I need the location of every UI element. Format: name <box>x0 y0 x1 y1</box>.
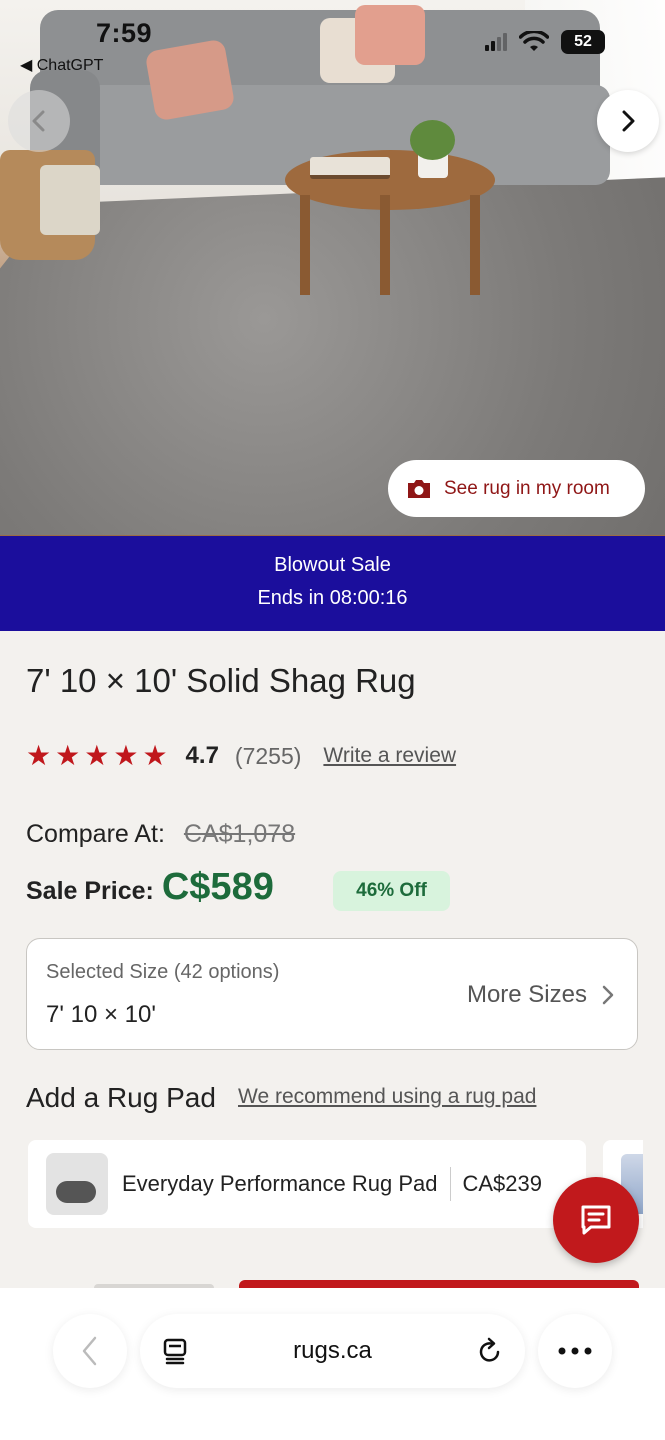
sale-price: C$589 <box>161 866 274 908</box>
rug-pad-thumbnail <box>46 1153 108 1215</box>
image-table-leg <box>470 195 480 295</box>
see-rug-label: See rug in my room <box>444 477 610 499</box>
back-to-app-link[interactable]: ◀ ChatGPT <box>20 55 103 75</box>
address-bar[interactable]: rugs.ca <box>140 1314 525 1388</box>
size-selector-label: Selected Size (42 options) <box>46 961 280 983</box>
sale-price-label: Sale Price: <box>26 877 154 905</box>
image-plant <box>410 120 455 160</box>
image-table-leg <box>380 195 390 295</box>
more-sizes-label: More Sizes <box>466 981 587 1008</box>
see-rug-in-room-button[interactable]: See rug in my room <box>388 460 645 517</box>
browser-toolbar: rugs.ca <box>0 1288 665 1440</box>
sale-countdown: Ends in 08:00:16 <box>257 587 408 609</box>
sale-price-row: Sale Price: C$589 <box>26 866 274 909</box>
compare-price-row: Compare At: CA$1,078 <box>26 820 295 849</box>
selected-size: 7' 10 × 10' <box>46 1001 156 1028</box>
reader-tabs-icon[interactable] <box>162 1337 188 1365</box>
compare-price: CA$1,078 <box>183 820 296 848</box>
status-icons: 52 <box>485 30 605 54</box>
url-text: rugs.ca <box>293 1337 372 1364</box>
rating-row: ★ ★ ★ ★ ★ 4.7 (7255) Write a review <box>26 742 456 770</box>
star-icon: ★ <box>142 740 168 771</box>
more-sizes-button[interactable]: More Sizes <box>467 981 615 1009</box>
more-options-icon <box>558 1347 592 1355</box>
divider <box>449 1167 451 1201</box>
image-throw <box>40 165 100 235</box>
next-image-button[interactable] <box>597 90 659 152</box>
wifi-icon <box>519 31 549 51</box>
rug-pad-heading: Add a Rug Pad <box>26 1082 216 1113</box>
product-title: 7' 10 × 10' Solid Shag Rug <box>26 662 416 699</box>
write-review-link[interactable]: Write a review <box>323 744 456 768</box>
image-table-leg <box>300 195 310 295</box>
image-pillow <box>144 38 236 122</box>
star-icon: ★ <box>113 740 139 771</box>
sale-title: Blowout Sale <box>274 554 391 576</box>
rug-pad-recommend-link[interactable]: We recommend using a rug pad <box>238 1085 536 1109</box>
browser-more-button[interactable] <box>538 1314 612 1388</box>
size-selector[interactable]: Selected Size (42 options) 7' 10 × 10' M… <box>26 938 638 1050</box>
chat-button[interactable] <box>553 1177 639 1263</box>
rug-pad-name: Everyday Performance Rug Pad <box>122 1171 438 1196</box>
product-image[interactable] <box>0 0 665 536</box>
browser-back-button[interactable] <box>53 1314 127 1388</box>
image-pillow <box>355 5 425 65</box>
chevron-right-icon <box>602 985 614 1005</box>
battery-icon: 52 <box>561 30 605 54</box>
star-icon: ★ <box>84 740 110 771</box>
chat-icon <box>581 1205 611 1235</box>
discount-badge: 46% Off <box>333 871 450 911</box>
image-books <box>310 157 390 179</box>
chevron-left-icon <box>32 110 45 132</box>
chevron-left-icon <box>82 1336 97 1366</box>
rug-pad-card[interactable]: Everyday Performance Rug Pad CA$239 <box>28 1140 586 1228</box>
sale-banner: Blowout Sale Ends in 08:00:16 <box>0 536 665 631</box>
star-icon: ★ <box>55 740 81 771</box>
rug-pad-price: CA$239 <box>462 1171 543 1196</box>
compare-label: Compare At: <box>26 820 165 848</box>
reload-icon[interactable] <box>477 1337 503 1365</box>
camera-icon <box>408 479 430 498</box>
previous-image-button[interactable] <box>8 90 70 152</box>
rating-value: 4.7 <box>185 742 219 769</box>
star-icon: ★ <box>26 740 52 771</box>
cellular-signal-icon <box>485 33 507 51</box>
status-time: 7:59 <box>96 18 153 48</box>
chevron-right-icon <box>622 110 635 132</box>
review-count[interactable]: (7255) <box>235 743 301 770</box>
